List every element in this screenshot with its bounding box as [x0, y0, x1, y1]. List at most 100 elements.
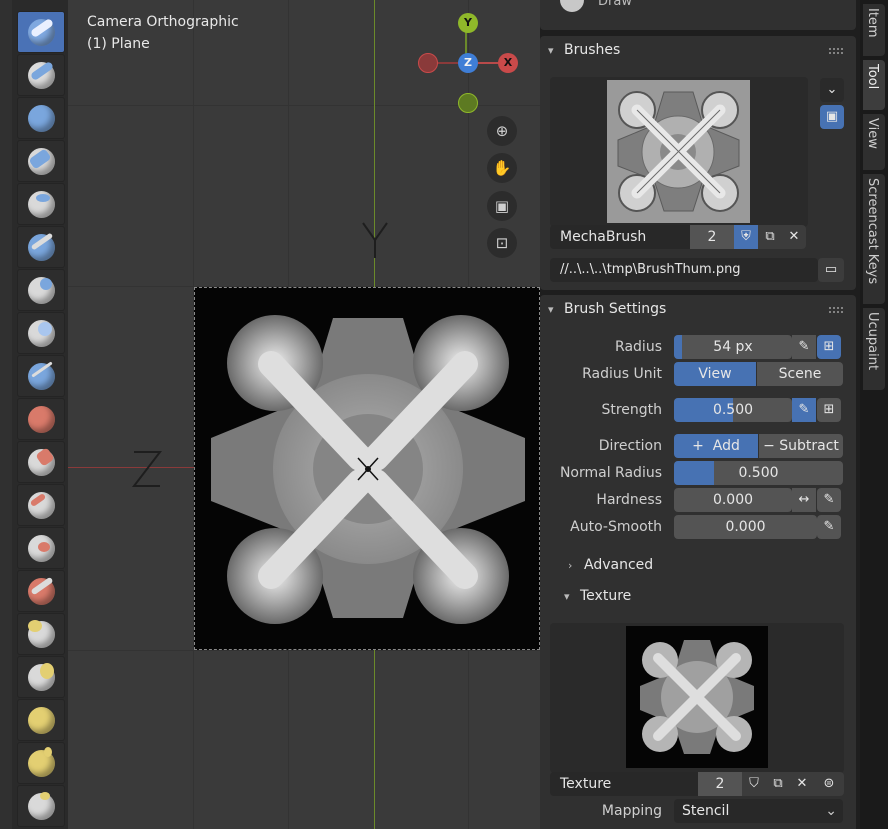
texture-thumbnail-image — [626, 626, 768, 768]
inflate-tool-button[interactable] — [17, 269, 65, 311]
draw-sharp-tool-button[interactable] — [17, 54, 65, 96]
blob-tool-button[interactable] — [17, 312, 65, 354]
texture-subpanel-header[interactable]: ▾ Texture — [564, 585, 631, 607]
radius-field[interactable]: 54 px — [674, 335, 792, 359]
3d-viewport[interactable]: Camera Orthographic (1) Plane X Y Z ⊕ ✋ … — [68, 0, 540, 829]
blob-mark-icon — [38, 322, 52, 336]
fake-user-shield-icon[interactable]: ⛉ — [742, 772, 766, 796]
scrape-tool-button[interactable] — [17, 527, 65, 569]
direction-add-option[interactable]: + Add — [674, 434, 758, 458]
elastic-deform-tool-button[interactable] — [17, 699, 65, 741]
radius-fill — [674, 335, 682, 359]
duplicate-texture-icon[interactable]: ⧉ — [766, 772, 790, 796]
multiplane-scrape-tool-button[interactable] — [17, 570, 65, 612]
hardness-pressure-icon[interactable]: ✎ — [817, 488, 841, 512]
clay-strips-tool-button[interactable] — [17, 140, 65, 182]
brushes-header[interactable]: ▾ Brushes — [548, 39, 620, 61]
tab-ucupaint[interactable]: Ucupaint — [863, 308, 885, 390]
brush-users-count[interactable]: 2 — [690, 225, 734, 249]
smooth-tool-button[interactable] — [17, 398, 65, 440]
unlink-brush-icon[interactable]: ✕ — [782, 225, 806, 249]
tab-view[interactable]: View — [863, 114, 885, 170]
radius-unit-label: Radius Unit — [582, 366, 662, 382]
strength-unified-icon[interactable]: ⊞ — [817, 398, 841, 422]
texture-preview-box[interactable] — [550, 623, 844, 773]
draw-tool-button[interactable] — [17, 11, 65, 53]
advanced-subpanel-header[interactable]: › Advanced — [568, 554, 653, 576]
chevron-right-icon: › — [568, 559, 573, 572]
flatten-tool-button[interactable] — [17, 441, 65, 483]
brush-name-field[interactable]: MechaBrush — [550, 225, 690, 249]
direction-label: Direction — [598, 438, 662, 454]
fake-user-shield-icon[interactable]: ⛨ — [734, 225, 758, 249]
fill-tool-button[interactable] — [17, 484, 65, 526]
radius-unit-scene-option[interactable]: Scene — [757, 362, 843, 386]
strength-pressure-icon[interactable]: ✎ — [792, 398, 816, 422]
duplicate-brush-icon[interactable]: ⧉ — [758, 225, 782, 249]
brush-preview-box[interactable] — [550, 77, 808, 227]
gizmo-neg-x-handle[interactable] — [418, 53, 438, 73]
gizmo-y-handle[interactable]: Y — [458, 13, 478, 33]
normal-radius-field[interactable]: 0.500 — [674, 461, 843, 485]
layer-tool-button[interactable] — [17, 226, 65, 268]
unlink-texture-icon[interactable]: ✕ — [790, 772, 814, 796]
area-edge — [0, 0, 12, 829]
lock-icon[interactable]: ⊡ — [487, 228, 517, 258]
radius-label: Radius — [615, 339, 662, 355]
camera-frame[interactable] — [194, 287, 540, 650]
chevron-down-icon: ▾ — [564, 590, 570, 603]
clay-thumb-mark-icon — [36, 194, 50, 202]
clay-thumb-tool-button[interactable] — [17, 183, 65, 225]
tab-screencast-keys[interactable]: Screencast Keys — [863, 174, 885, 304]
grid-line — [68, 650, 540, 651]
strength-field[interactable]: 0.500 — [674, 398, 792, 422]
drag-grip-icon[interactable] — [828, 306, 844, 314]
sidebar-tabs: Item Tool View Screencast Keys Ucupaint — [860, 0, 888, 829]
strength-label: Strength — [601, 402, 662, 418]
direction-subtract-option[interactable]: − Subtract — [759, 434, 843, 458]
active-tool-label: Draw — [598, 0, 632, 9]
chevron-down-icon: ⌄ — [825, 803, 837, 819]
zoom-icon[interactable]: ⊕ — [487, 116, 517, 146]
chevron-down-icon: ▾ — [548, 303, 554, 316]
radius-pressure-icon[interactable]: ✎ — [792, 335, 816, 359]
gizmo-x-handle[interactable]: X — [498, 53, 518, 73]
active-tool-section: Draw — [540, 0, 856, 30]
smooth-icon — [28, 406, 55, 433]
grab-tool-button[interactable] — [17, 656, 65, 698]
auto-smooth-pressure-icon[interactable]: ✎ — [817, 515, 841, 539]
pan-hand-icon[interactable]: ✋ — [487, 153, 517, 183]
gizmo-z-handle[interactable]: Z — [458, 53, 478, 73]
tab-item[interactable]: Item — [863, 4, 885, 56]
snake-hook-mark-icon — [44, 747, 52, 757]
clay-tool-button[interactable] — [17, 97, 65, 139]
texture-name-field[interactable]: Texture — [550, 772, 698, 796]
auto-smooth-label: Auto-Smooth — [570, 519, 662, 535]
inflate-mark-icon — [40, 278, 52, 290]
tab-tool[interactable]: Tool — [863, 60, 885, 110]
camera-view-icon[interactable]: ▣ — [487, 191, 517, 221]
thumb-tool-button[interactable] — [17, 785, 65, 827]
brush-image-icon[interactable]: ▣ — [820, 105, 844, 129]
auto-smooth-field[interactable]: 0.000 — [674, 515, 817, 539]
folder-icon[interactable]: ▭ — [818, 258, 844, 282]
invert-arrows-icon[interactable]: ↔ — [792, 488, 816, 512]
gizmo-neg-y-handle[interactable] — [458, 93, 478, 113]
brush-menu-chevron-icon[interactable]: ⌄ — [820, 78, 844, 102]
mapping-dropdown[interactable]: Stencil ⌄ — [674, 799, 843, 823]
viewport-info: Camera Orthographic (1) Plane — [87, 11, 239, 55]
drag-grip-icon[interactable] — [828, 47, 844, 55]
hardness-field[interactable]: 0.000 — [674, 488, 792, 512]
radius-unit-view-option[interactable]: View — [674, 362, 756, 386]
pinch-tool-button[interactable] — [17, 613, 65, 655]
crease-tool-button[interactable] — [17, 355, 65, 397]
texture-toggle-icon[interactable]: ⊜ — [814, 772, 844, 796]
brushes-panel: ▾ Brushes ⌄ ▣ MechaBrush 2 ⛨ ⧉ ✕ //..\..… — [540, 36, 856, 290]
radius-unit-toggle-icon[interactable]: ⊞ — [817, 335, 841, 359]
snake-hook-tool-button[interactable] — [17, 742, 65, 784]
texture-users-count[interactable]: 2 — [698, 772, 742, 796]
brush-thumbnail-path-field[interactable]: //..\..\..\tmp\BrushThum.png — [550, 258, 818, 282]
hardness-label: Hardness — [596, 492, 662, 508]
brush-settings-header[interactable]: ▾ Brush Settings — [548, 298, 666, 320]
brush-settings-panel: ▾ Brush Settings Radius 54 px ✎ ⊞ Radius … — [540, 295, 856, 829]
